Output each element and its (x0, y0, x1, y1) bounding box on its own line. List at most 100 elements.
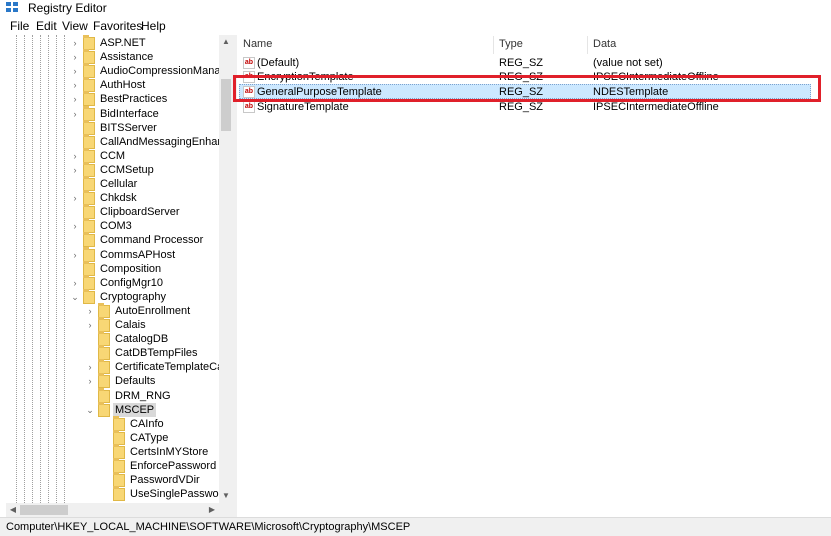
tree-horizontal-scrollbar[interactable]: ◀ ▶ (6, 503, 233, 517)
tree-node-label: Assistance (100, 51, 154, 64)
tree-node-label: Composition (100, 262, 162, 275)
expand-chevron-icon (85, 333, 95, 345)
scroll-right-icon[interactable]: ▶ (205, 503, 219, 517)
tree-node[interactable]: CAInfo (6, 415, 233, 431)
tree-node[interactable]: › CertificateTemplateCache (6, 359, 233, 375)
expand-chevron-icon[interactable]: › (70, 93, 80, 105)
collapse-chevron-icon[interactable]: ⌄ (70, 291, 80, 303)
tree-node-label: ASP.NET (100, 37, 146, 49)
tree-node[interactable]: › Calais (6, 317, 233, 332)
tree-node[interactable]: › ASP.NET (6, 35, 233, 50)
tree-node[interactable]: › ConfigMgr10 (6, 274, 233, 290)
tree-node[interactable]: › CCM (6, 147, 233, 163)
tree-node[interactable]: ClipboardServer (6, 204, 233, 220)
tree-node[interactable]: UseSinglePassword (6, 486, 233, 502)
column-divider[interactable] (493, 36, 494, 54)
expand-chevron-icon[interactable]: › (70, 51, 80, 63)
tree-node[interactable]: BITSServer (6, 119, 233, 135)
tree-node[interactable]: › Assistance (6, 49, 233, 65)
tree-node[interactable]: › CCMSetup (6, 161, 233, 177)
folder-icon (83, 190, 95, 206)
tree-node[interactable]: › AuthHost (6, 77, 233, 93)
menu-favorites[interactable]: Favorites (93, 19, 142, 33)
tree-node[interactable]: › COM3 (6, 218, 233, 234)
tree-node[interactable]: › AutoEnrollment (6, 302, 233, 318)
expand-chevron-icon[interactable]: › (70, 220, 80, 232)
tree-node-label: MSCEP (113, 402, 157, 417)
tree-node[interactable]: CAType (6, 429, 233, 445)
folder-icon (98, 387, 110, 403)
expand-chevron-icon[interactable]: › (70, 164, 80, 176)
tree-node[interactable]: CertsInMYStore (6, 443, 233, 459)
expand-chevron-icon[interactable]: › (85, 375, 95, 387)
tree-node[interactable]: ⌄ MSCEP (6, 401, 233, 417)
folder-icon (98, 345, 110, 361)
tree-node[interactable]: › Defaults (6, 373, 233, 389)
tree-node[interactable]: DRM_RNG (6, 387, 233, 403)
tree-node[interactable]: › Chkdsk (6, 190, 233, 206)
tree-node[interactable]: Composition (6, 260, 233, 276)
tree-node[interactable]: CatDBTempFiles (6, 345, 233, 361)
column-name[interactable]: Name (243, 38, 272, 54)
tree-node[interactable]: EnforcePassword (6, 458, 233, 473)
tree-node[interactable]: CallAndMessagingEnhancem (6, 133, 233, 149)
tree-node-label: CertificateTemplateCache (115, 361, 233, 374)
menu-help[interactable]: Help (141, 19, 166, 33)
expand-chevron-icon (70, 206, 80, 218)
menu-file[interactable]: File (10, 19, 29, 33)
key-tree[interactable]: › ASP.NET › Assistance › AudioCompressionMana… (6, 35, 233, 503)
window-title: Registry Editor (28, 1, 107, 15)
expand-chevron-icon[interactable]: › (70, 192, 80, 204)
expand-chevron-icon[interactable]: › (70, 150, 80, 162)
folder-icon (83, 161, 95, 177)
tree-node[interactable]: Command Processor (6, 232, 233, 248)
status-bar: Computer\HKEY_LOCAL_MACHINE\SOFTWARE\Mic… (0, 517, 831, 536)
expand-chevron-icon (70, 234, 80, 246)
expand-chevron-icon[interactable]: › (70, 79, 80, 91)
values-list[interactable]: Name Type Data ab (Default) REG_SZ (valu… (237, 35, 831, 517)
collapse-chevron-icon[interactable]: ⌄ (85, 404, 95, 416)
column-divider[interactable] (587, 36, 588, 54)
registry-editor-icon (6, 2, 19, 14)
string-value-icon: ab (243, 57, 255, 69)
tree-node[interactable]: ⌄ Cryptography (6, 288, 233, 304)
scroll-thumb[interactable] (221, 79, 231, 131)
tree-node-label: CAType (130, 431, 169, 444)
tree-node[interactable]: PasswordVDir (6, 472, 233, 488)
expand-chevron-icon (70, 122, 80, 134)
tree-node-label: AuthHost (100, 79, 146, 92)
current-key-path: Computer\HKEY_LOCAL_MACHINE\SOFTWARE\Mic… (6, 521, 411, 533)
tree-node[interactable]: › CommsAPHost (6, 246, 233, 262)
folder-icon (113, 443, 125, 459)
tree-node[interactable]: CatalogDB (6, 331, 233, 347)
scroll-thumb[interactable] (20, 505, 68, 515)
folder-icon (83, 147, 95, 163)
tree-node[interactable]: › BidInterface (6, 105, 233, 121)
scroll-left-icon[interactable]: ◀ (6, 503, 20, 517)
tree-vertical-scrollbar[interactable]: ▲ ▼ (219, 35, 233, 503)
expand-chevron-icon[interactable]: › (70, 277, 80, 289)
value-row[interactable]: ab (Default) REG_SZ (value not set) (237, 56, 831, 70)
column-data[interactable]: Data (593, 38, 616, 54)
folder-icon (83, 204, 95, 220)
tree-node[interactable]: Cellular (6, 176, 233, 191)
expand-chevron-icon[interactable]: › (70, 249, 80, 261)
column-type[interactable]: Type (499, 38, 523, 54)
expand-chevron-icon[interactable]: › (85, 305, 95, 317)
expand-chevron-icon[interactable]: › (70, 65, 80, 77)
menu-edit[interactable]: Edit (36, 19, 57, 33)
expand-chevron-icon[interactable]: › (70, 108, 80, 120)
expand-chevron-icon[interactable]: › (85, 361, 95, 373)
folder-icon (83, 218, 95, 234)
value-row[interactable]: ab SignatureTemplate REG_SZ IPSECInterme… (237, 100, 831, 114)
tree-node[interactable]: › AudioCompressionManager (6, 63, 233, 79)
expand-chevron-icon[interactable]: › (70, 37, 80, 49)
scroll-up-icon[interactable]: ▲ (219, 35, 233, 49)
expand-chevron-icon[interactable]: › (85, 319, 95, 331)
scroll-down-icon[interactable]: ▼ (219, 489, 233, 503)
tree-node-label: Chkdsk (100, 192, 137, 205)
tree-node-label: CatalogDB (115, 333, 169, 346)
menu-view[interactable]: View (62, 19, 88, 33)
expand-chevron-icon (85, 390, 95, 402)
tree-node[interactable]: › BestPractices (6, 91, 233, 107)
